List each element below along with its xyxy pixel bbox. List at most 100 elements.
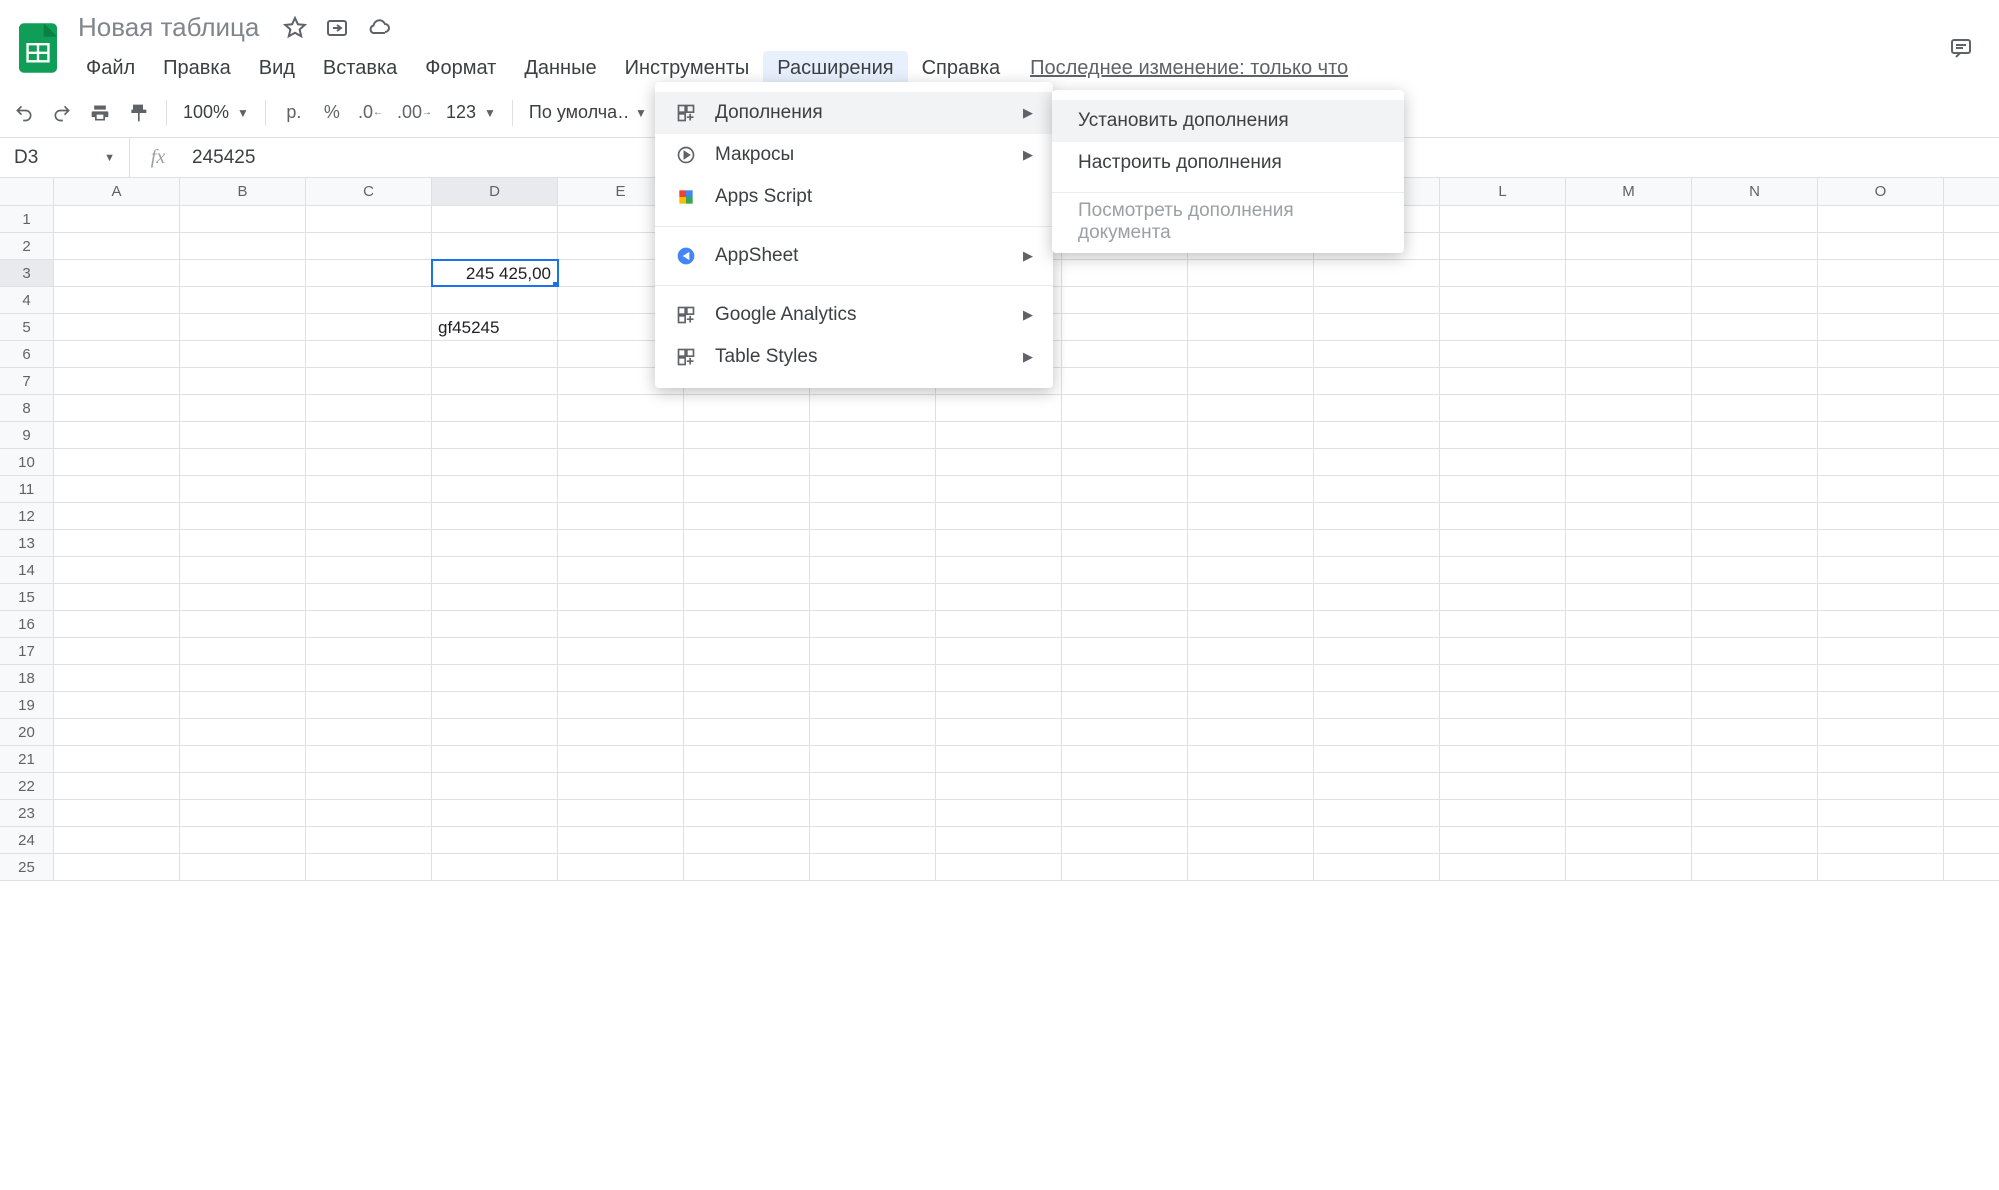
cell-C25[interactable] <box>306 854 432 880</box>
ext-menu-дополнения[interactable]: Дополнения▶ <box>655 92 1053 134</box>
cell-H10[interactable] <box>936 449 1062 475</box>
col-header-M[interactable]: M <box>1566 178 1692 205</box>
cell-B18[interactable] <box>180 665 306 691</box>
cell-E21[interactable] <box>558 746 684 772</box>
cell-G12[interactable] <box>810 503 936 529</box>
cell-C7[interactable] <box>306 368 432 394</box>
cell-M14[interactable] <box>1566 557 1692 583</box>
cell-H8[interactable] <box>936 395 1062 421</box>
cell-L2[interactable] <box>1440 233 1566 259</box>
cell-G22[interactable] <box>810 773 936 799</box>
cell-N16[interactable] <box>1692 611 1818 637</box>
cell-L13[interactable] <box>1440 530 1566 556</box>
cell-O8[interactable] <box>1818 395 1944 421</box>
cell-J19[interactable] <box>1188 692 1314 718</box>
cell-O18[interactable] <box>1818 665 1944 691</box>
cell-O5[interactable] <box>1818 314 1944 340</box>
cell-B14[interactable] <box>180 557 306 583</box>
cell-J11[interactable] <box>1188 476 1314 502</box>
cell-A17[interactable] <box>54 638 180 664</box>
cell-I24[interactable] <box>1062 827 1188 853</box>
cell-O16[interactable] <box>1818 611 1944 637</box>
cell-E12[interactable] <box>558 503 684 529</box>
cell-N18[interactable] <box>1692 665 1818 691</box>
cell-A3[interactable] <box>54 260 180 286</box>
cell-A13[interactable] <box>54 530 180 556</box>
menu-файл[interactable]: Файл <box>72 51 149 86</box>
col-header-L[interactable]: L <box>1440 178 1566 205</box>
cell-B15[interactable] <box>180 584 306 610</box>
cell-O4[interactable] <box>1818 287 1944 313</box>
cell-K10[interactable] <box>1314 449 1440 475</box>
row-header-22[interactable]: 22 <box>0 773 54 799</box>
cell-D1[interactable] <box>432 206 558 232</box>
cell-I25[interactable] <box>1062 854 1188 880</box>
cell-B19[interactable] <box>180 692 306 718</box>
cell-B25[interactable] <box>180 854 306 880</box>
cell-L1[interactable] <box>1440 206 1566 232</box>
cell-K12[interactable] <box>1314 503 1440 529</box>
cell-L19[interactable] <box>1440 692 1566 718</box>
cell-F16[interactable] <box>684 611 810 637</box>
cell-E25[interactable] <box>558 854 684 880</box>
cell-M22[interactable] <box>1566 773 1692 799</box>
cell-A11[interactable] <box>54 476 180 502</box>
cell-A14[interactable] <box>54 557 180 583</box>
cell-D24[interactable] <box>432 827 558 853</box>
cell-B3[interactable] <box>180 260 306 286</box>
ext-menu-макросы[interactable]: Макросы▶ <box>655 134 1053 176</box>
cell-K13[interactable] <box>1314 530 1440 556</box>
cell-E13[interactable] <box>558 530 684 556</box>
col-header-C[interactable]: C <box>306 178 432 205</box>
cell-F22[interactable] <box>684 773 810 799</box>
cell-D16[interactable] <box>432 611 558 637</box>
cell-C23[interactable] <box>306 800 432 826</box>
cell-D15[interactable] <box>432 584 558 610</box>
cell-I18[interactable] <box>1062 665 1188 691</box>
cell-A2[interactable] <box>54 233 180 259</box>
cell-L18[interactable] <box>1440 665 1566 691</box>
col-header-N[interactable]: N <box>1692 178 1818 205</box>
cell-B22[interactable] <box>180 773 306 799</box>
cell-G23[interactable] <box>810 800 936 826</box>
row-header-1[interactable]: 1 <box>0 206 54 232</box>
cell-J6[interactable] <box>1188 341 1314 367</box>
cell-O1[interactable] <box>1818 206 1944 232</box>
cell-H20[interactable] <box>936 719 1062 745</box>
cell-E17[interactable] <box>558 638 684 664</box>
cell-L9[interactable] <box>1440 422 1566 448</box>
cell-K22[interactable] <box>1314 773 1440 799</box>
cell-L8[interactable] <box>1440 395 1566 421</box>
cell-N12[interactable] <box>1692 503 1818 529</box>
cell-B20[interactable] <box>180 719 306 745</box>
cell-B2[interactable] <box>180 233 306 259</box>
cell-N9[interactable] <box>1692 422 1818 448</box>
row-header-13[interactable]: 13 <box>0 530 54 556</box>
cell-M3[interactable] <box>1566 260 1692 286</box>
cell-M16[interactable] <box>1566 611 1692 637</box>
cell-L11[interactable] <box>1440 476 1566 502</box>
row-header-19[interactable]: 19 <box>0 692 54 718</box>
cell-M19[interactable] <box>1566 692 1692 718</box>
cell-J14[interactable] <box>1188 557 1314 583</box>
cell-E18[interactable] <box>558 665 684 691</box>
cell-F12[interactable] <box>684 503 810 529</box>
cell-J13[interactable] <box>1188 530 1314 556</box>
menu-данные[interactable]: Данные <box>510 51 610 86</box>
cell-E19[interactable] <box>558 692 684 718</box>
number-format-select[interactable]: 123▼ <box>440 102 502 123</box>
cloud-icon[interactable] <box>367 16 391 40</box>
cell-F10[interactable] <box>684 449 810 475</box>
cell-G25[interactable] <box>810 854 936 880</box>
cell-I11[interactable] <box>1062 476 1188 502</box>
cell-N20[interactable] <box>1692 719 1818 745</box>
cell-H15[interactable] <box>936 584 1062 610</box>
cell-B4[interactable] <box>180 287 306 313</box>
cell-N19[interactable] <box>1692 692 1818 718</box>
cell-G13[interactable] <box>810 530 936 556</box>
cell-M1[interactable] <box>1566 206 1692 232</box>
cell-L10[interactable] <box>1440 449 1566 475</box>
sheets-logo[interactable] <box>16 20 60 76</box>
comment-history-icon[interactable] <box>1949 36 1973 60</box>
ext-menu-google-analytics[interactable]: Google Analytics▶ <box>655 294 1053 336</box>
